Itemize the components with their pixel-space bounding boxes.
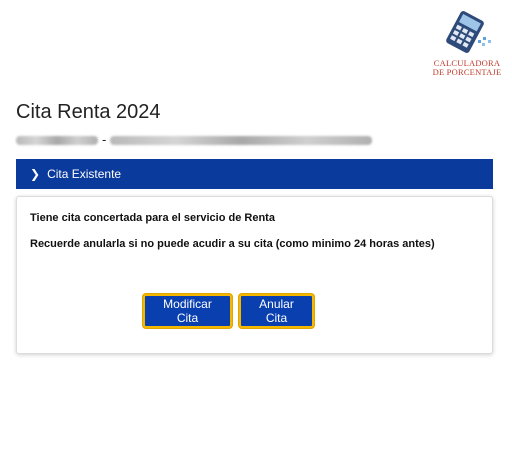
site-logo: CALCULADORA DE PORCENTAJE — [428, 10, 506, 82]
accordion-cita-existente[interactable]: ❯ Cita Existente — [16, 159, 493, 189]
appointment-message: Tiene cita concertada para el servicio d… — [30, 212, 275, 224]
cancel-reminder: Recuerde anularla si no puede acudir a s… — [30, 238, 435, 250]
chevron-right-icon: ❯ — [30, 167, 41, 181]
subtitle-separator: - — [102, 132, 107, 147]
modify-appointment-button[interactable]: Modificar Cita — [143, 294, 232, 328]
appointment-card: Tiene cita concertada para el servicio d… — [16, 196, 493, 354]
page-title: Cita Renta 2024 — [16, 101, 161, 123]
accordion-label: Cita Existente — [47, 167, 122, 181]
redacted-subtitle: - — [16, 132, 373, 147]
redacted-id — [16, 135, 98, 145]
calculator-icon — [446, 11, 491, 53]
logo-text-line2: DE PORCENTAJE — [432, 67, 502, 77]
cancel-appointment-button[interactable]: Anular Cita — [239, 294, 314, 328]
redacted-name — [110, 135, 373, 145]
